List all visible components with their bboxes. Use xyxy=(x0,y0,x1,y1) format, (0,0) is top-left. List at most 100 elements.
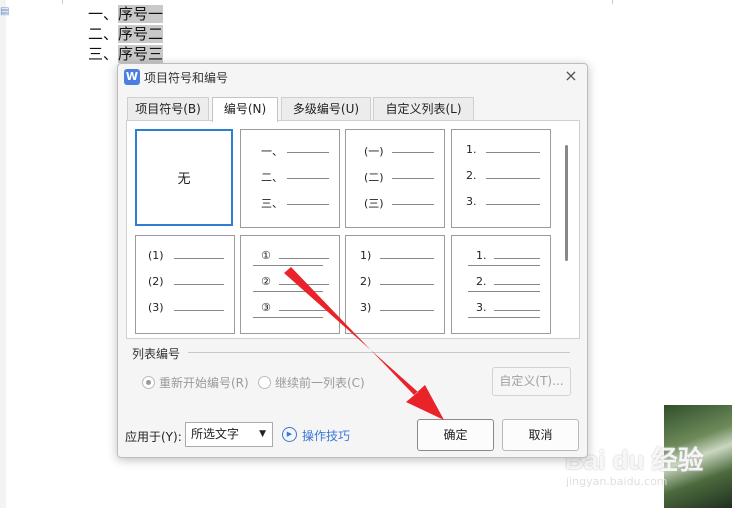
tab-multilevel[interactable]: 多级编号(U) xyxy=(281,97,371,120)
tab-bullets[interactable]: 项目符号(B) xyxy=(127,97,209,120)
style-sample-number: (2) xyxy=(148,275,164,288)
selected-text[interactable]: 序号三 xyxy=(118,45,164,63)
numbering-panel: 无 一、 二、 三、 (一) (二) (三) 1. 2. 3. (1) (2) (3) ① ② ③ 1) 2) 3)… xyxy=(126,120,580,339)
style-sample-line xyxy=(486,178,540,179)
style-sample-line xyxy=(174,310,224,311)
numbering-style-paren-arabic[interactable]: (1) (2) (3) xyxy=(135,235,235,334)
section-divider xyxy=(188,352,570,353)
restart-numbering-label: 重新开始编号(R) xyxy=(159,376,249,390)
style-sample-number: 1) xyxy=(360,249,372,262)
style-sample-number: (三) xyxy=(364,197,384,210)
numbering-style-arabic-paren[interactable]: 1) 2) 3) xyxy=(345,235,445,334)
numbering-style-arabic-dot-indent[interactable]: 1. 2. 3. xyxy=(451,235,551,334)
dialog-title: 项目符号和编号 xyxy=(144,71,229,85)
document-line-prefix: 二、 xyxy=(88,25,119,43)
style-sample-line xyxy=(392,152,434,153)
watermark-site: jingyan.baidu.com xyxy=(566,475,668,488)
style-sample-line xyxy=(392,178,434,179)
numbering-style-grid: 无 一、 二、 三、 (一) (二) (三) 1. 2. 3. (1) (2) (3) ① ② ③ 1) 2) 3)… xyxy=(135,129,555,334)
chevron-down-icon: ▼ xyxy=(259,429,266,439)
apply-to-select[interactable]: 所选文字 ▼ xyxy=(185,422,273,447)
cancel-button[interactable]: 取消 xyxy=(502,419,579,451)
document-left-margin xyxy=(0,0,6,508)
style-sample-number: (1) xyxy=(148,249,164,262)
tips-link[interactable]: 操作技巧 xyxy=(302,427,350,444)
style-sample-row: 3. xyxy=(452,298,550,318)
bullets-numbering-dialog: W 项目符号和编号 × 项目符号(B) 编号(N) 多级编号(U) 自定义列表(… xyxy=(117,63,588,458)
document-line-prefix: 一、 xyxy=(88,5,119,23)
style-sample-line xyxy=(380,310,434,311)
style-sample-row: 3. xyxy=(452,192,550,210)
list-numbering-title: 列表编号 xyxy=(132,347,181,361)
numbering-style-chinese[interactable]: 一、二、三、 xyxy=(240,129,340,228)
style-sample-row: ③ xyxy=(241,298,339,318)
document-line-2[interactable]: 二、序号二 xyxy=(88,24,164,44)
tab-custom-list[interactable]: 自定义列表(L) xyxy=(373,97,474,120)
document-line-3[interactable]: 三、序号三 xyxy=(88,44,164,64)
style-sample-number: 一、 xyxy=(261,145,283,158)
style-sample-number: ① xyxy=(261,249,271,262)
style-sample-line xyxy=(279,258,329,259)
document-line-1[interactable]: 一、序号一 xyxy=(88,4,164,24)
style-sample-line xyxy=(380,284,434,285)
style-sample-line xyxy=(494,310,540,311)
style-sample-line xyxy=(486,204,540,205)
style-sample-underline xyxy=(253,291,323,292)
style-sample-underline xyxy=(468,291,540,292)
style-sample-row: ② xyxy=(241,272,339,292)
close-icon[interactable]: × xyxy=(563,68,579,84)
style-sample-row: (3) xyxy=(136,298,234,316)
style-sample-line xyxy=(174,258,224,259)
style-sample-underline xyxy=(253,317,323,318)
style-sample-number: 3. xyxy=(466,195,477,208)
style-sample-line xyxy=(494,284,540,285)
style-sample-line xyxy=(287,178,329,179)
style-grid-scrollbar[interactable] xyxy=(560,129,574,334)
style-sample-row: 2) xyxy=(346,272,444,290)
style-sample-row: ① xyxy=(241,246,339,266)
selected-text[interactable]: 序号二 xyxy=(118,25,164,43)
dialog-title-bar[interactable]: W 项目符号和编号 × xyxy=(118,64,587,90)
style-sample-line xyxy=(174,284,224,285)
page-corner-mark-left xyxy=(40,0,63,4)
style-sample-row: 三、 xyxy=(241,192,339,210)
ok-button[interactable]: 确定 xyxy=(417,419,494,451)
custom-button[interactable]: 自定义(T)... xyxy=(492,367,571,396)
wps-writer-icon: W xyxy=(124,69,140,85)
style-sample-row: 1. xyxy=(452,140,550,158)
style-sample-number: (3) xyxy=(148,301,164,314)
style-sample-line xyxy=(380,258,434,259)
apply-to-value: 所选文字 xyxy=(191,427,240,441)
tab-numbering[interactable]: 编号(N) xyxy=(212,97,278,122)
selected-text[interactable]: 序号一 xyxy=(118,5,164,23)
style-sample-line xyxy=(279,310,329,311)
style-sample-number: 二、 xyxy=(261,171,283,184)
style-sample-underline xyxy=(468,265,540,266)
style-sample-number: 3) xyxy=(360,301,372,314)
style-sample-row: 1. xyxy=(452,246,550,266)
style-sample-row: (一) xyxy=(346,140,444,158)
style-sample-number: 1. xyxy=(466,143,477,156)
style-sample-line xyxy=(494,258,540,259)
numbering-style-paren-chinese[interactable]: (一) (二) (三) xyxy=(345,129,445,228)
style-sample-number: 2. xyxy=(476,275,487,288)
page-corner-mark-right xyxy=(612,0,635,4)
style-sample-underline xyxy=(468,317,540,318)
scrollbar-thumb[interactable] xyxy=(565,145,568,261)
numbering-style-arabic-dot[interactable]: 1. 2. 3. xyxy=(451,129,551,228)
style-sample-row: (二) xyxy=(346,166,444,184)
style-sample-line xyxy=(486,152,540,153)
play-circle-icon[interactable]: ▶ xyxy=(282,427,297,442)
style-sample-line xyxy=(279,284,329,285)
style-sample-row: 1) xyxy=(346,246,444,264)
style-sample-row: 2. xyxy=(452,272,550,292)
restart-numbering-radio[interactable] xyxy=(142,376,155,389)
style-sample-underline xyxy=(253,265,323,266)
style-sample-number: 2. xyxy=(466,169,477,182)
style-sample-row: 2. xyxy=(452,166,550,184)
continue-list-radio[interactable] xyxy=(258,376,271,389)
style-sample-number: 3. xyxy=(476,301,487,314)
style-sample-row: (1) xyxy=(136,246,234,264)
numbering-style-none[interactable]: 无 xyxy=(135,129,233,226)
numbering-style-circled[interactable]: ① ② ③ xyxy=(240,235,340,334)
